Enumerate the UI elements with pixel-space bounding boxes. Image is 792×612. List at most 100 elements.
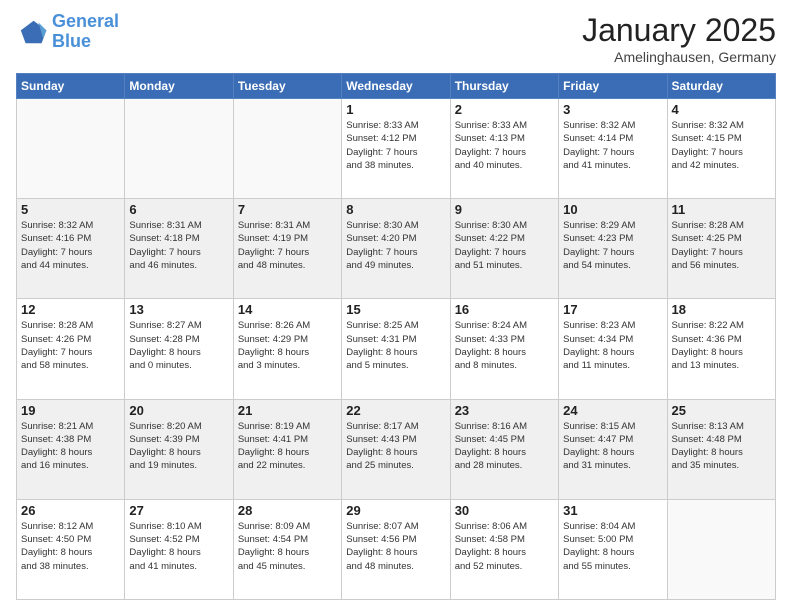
day-info: Sunrise: 8:26 AM Sunset: 4:29 PM Dayligh… — [238, 319, 337, 372]
day-number: 30 — [455, 503, 554, 518]
weekday-header-saturday: Saturday — [667, 74, 775, 99]
day-info: Sunrise: 8:22 AM Sunset: 4:36 PM Dayligh… — [672, 319, 771, 372]
calendar-cell: 18 Sunrise: 8:22 AM Sunset: 4:36 PM Dayli… — [667, 299, 775, 399]
calendar-cell: 24 Sunrise: 8:15 AM Sunset: 4:47 PM Dayli… — [559, 399, 667, 499]
day-info: Sunrise: 8:23 AM Sunset: 4:34 PM Dayligh… — [563, 319, 662, 372]
weekday-header-row: SundayMondayTuesdayWednesdayThursdayFrid… — [17, 74, 776, 99]
calendar-cell: 9 Sunrise: 8:30 AM Sunset: 4:22 PM Daylig… — [450, 199, 558, 299]
day-info: Sunrise: 8:25 AM Sunset: 4:31 PM Dayligh… — [346, 319, 445, 372]
calendar-cell: 26 Sunrise: 8:12 AM Sunset: 4:50 PM Dayli… — [17, 499, 125, 599]
weekday-header-wednesday: Wednesday — [342, 74, 450, 99]
calendar-cell: 21 Sunrise: 8:19 AM Sunset: 4:41 PM Dayli… — [233, 399, 341, 499]
calendar-week-row: 1 Sunrise: 8:33 AM Sunset: 4:12 PM Daylig… — [17, 99, 776, 199]
day-number: 2 — [455, 102, 554, 117]
day-number: 16 — [455, 302, 554, 317]
page: General Blue January 2025 Amelinghausen,… — [0, 0, 792, 612]
day-number: 15 — [346, 302, 445, 317]
day-info: Sunrise: 8:29 AM Sunset: 4:23 PM Dayligh… — [563, 219, 662, 272]
calendar-cell: 22 Sunrise: 8:17 AM Sunset: 4:43 PM Dayli… — [342, 399, 450, 499]
calendar-cell: 12 Sunrise: 8:28 AM Sunset: 4:26 PM Dayli… — [17, 299, 125, 399]
day-info: Sunrise: 8:27 AM Sunset: 4:28 PM Dayligh… — [129, 319, 228, 372]
day-info: Sunrise: 8:24 AM Sunset: 4:33 PM Dayligh… — [455, 319, 554, 372]
calendar-cell: 28Sunrise: 8:09 AM Sunset: 4:54 PM Dayli… — [233, 499, 341, 599]
day-info: Sunrise: 8:13 AM Sunset: 4:48 PM Dayligh… — [672, 420, 771, 473]
weekday-header-thursday: Thursday — [450, 74, 558, 99]
logo-general: General — [52, 11, 119, 31]
calendar-cell: 3Sunrise: 8:32 AM Sunset: 4:14 PM Daylig… — [559, 99, 667, 199]
day-number: 7 — [238, 202, 337, 217]
day-number: 26 — [21, 503, 120, 518]
day-info: Sunrise: 8:07 AM Sunset: 4:56 PM Dayligh… — [346, 520, 445, 573]
calendar-cell: 6Sunrise: 8:31 AM Sunset: 4:18 PM Daylig… — [125, 199, 233, 299]
day-info: Sunrise: 8:20 AM Sunset: 4:39 PM Dayligh… — [129, 420, 228, 473]
day-info: Sunrise: 8:32 AM Sunset: 4:16 PM Dayligh… — [21, 219, 120, 272]
day-info: Sunrise: 8:32 AM Sunset: 4:15 PM Dayligh… — [672, 119, 771, 172]
day-number: 25 — [672, 403, 771, 418]
day-number: 22 — [346, 403, 445, 418]
day-number: 19 — [21, 403, 120, 418]
calendar-cell: 2Sunrise: 8:33 AM Sunset: 4:13 PM Daylig… — [450, 99, 558, 199]
calendar-cell — [667, 499, 775, 599]
calendar-cell: 4 Sunrise: 8:32 AM Sunset: 4:15 PM Daylig… — [667, 99, 775, 199]
day-info: Sunrise: 8:04 AM Sunset: 5:00 PM Dayligh… — [563, 520, 662, 573]
month-title: January 2025 — [582, 12, 776, 49]
day-number: 27 — [129, 503, 228, 518]
header: General Blue January 2025 Amelinghausen,… — [16, 12, 776, 65]
calendar-cell: 13 Sunrise: 8:27 AM Sunset: 4:28 PM Dayli… — [125, 299, 233, 399]
day-number: 24 — [563, 403, 662, 418]
day-info: Sunrise: 8:33 AM Sunset: 4:12 PM Dayligh… — [346, 119, 445, 172]
day-number: 21 — [238, 403, 337, 418]
calendar-cell: 20 Sunrise: 8:20 AM Sunset: 4:39 PM Dayli… — [125, 399, 233, 499]
calendar-cell: 15 Sunrise: 8:25 AM Sunset: 4:31 PM Dayli… — [342, 299, 450, 399]
logo-blue: Blue — [52, 31, 91, 51]
day-info: Sunrise: 8:06 AM Sunset: 4:58 PM Dayligh… — [455, 520, 554, 573]
day-number: 9 — [455, 202, 554, 217]
weekday-header-friday: Friday — [559, 74, 667, 99]
calendar-cell: 29 Sunrise: 8:07 AM Sunset: 4:56 PM Dayli… — [342, 499, 450, 599]
day-info: Sunrise: 8:30 AM Sunset: 4:22 PM Dayligh… — [455, 219, 554, 272]
calendar-cell: 1 Sunrise: 8:33 AM Sunset: 4:12 PM Daylig… — [342, 99, 450, 199]
location: Amelinghausen, Germany — [582, 49, 776, 65]
calendar-cell: 27 Sunrise: 8:10 AM Sunset: 4:52 PM Dayli… — [125, 499, 233, 599]
day-info: Sunrise: 8:28 AM Sunset: 4:25 PM Dayligh… — [672, 219, 771, 272]
calendar-cell: 17Sunrise: 8:23 AM Sunset: 4:34 PM Dayli… — [559, 299, 667, 399]
day-info: Sunrise: 8:10 AM Sunset: 4:52 PM Dayligh… — [129, 520, 228, 573]
logo-text: General Blue — [52, 12, 119, 52]
day-number: 14 — [238, 302, 337, 317]
day-number: 13 — [129, 302, 228, 317]
day-info: Sunrise: 8:31 AM Sunset: 4:19 PM Dayligh… — [238, 219, 337, 272]
day-number: 31 — [563, 503, 662, 518]
day-info: Sunrise: 8:19 AM Sunset: 4:41 PM Dayligh… — [238, 420, 337, 473]
day-info: Sunrise: 8:12 AM Sunset: 4:50 PM Dayligh… — [21, 520, 120, 573]
day-number: 10 — [563, 202, 662, 217]
day-info: Sunrise: 8:17 AM Sunset: 4:43 PM Dayligh… — [346, 420, 445, 473]
day-info: Sunrise: 8:21 AM Sunset: 4:38 PM Dayligh… — [21, 420, 120, 473]
day-number: 12 — [21, 302, 120, 317]
day-number: 8 — [346, 202, 445, 217]
day-number: 11 — [672, 202, 771, 217]
calendar-cell: 30 Sunrise: 8:06 AM Sunset: 4:58 PM Dayli… — [450, 499, 558, 599]
calendar-cell — [233, 99, 341, 199]
calendar-cell: 16 Sunrise: 8:24 AM Sunset: 4:33 PM Dayli… — [450, 299, 558, 399]
logo-icon — [16, 16, 48, 48]
day-number: 4 — [672, 102, 771, 117]
day-number: 1 — [346, 102, 445, 117]
day-number: 28 — [238, 503, 337, 518]
calendar-cell: 14 Sunrise: 8:26 AM Sunset: 4:29 PM Dayli… — [233, 299, 341, 399]
calendar-cell: 11 Sunrise: 8:28 AM Sunset: 4:25 PM Dayli… — [667, 199, 775, 299]
weekday-header-sunday: Sunday — [17, 74, 125, 99]
day-number: 3 — [563, 102, 662, 117]
day-number: 6 — [129, 202, 228, 217]
calendar-cell: 19 Sunrise: 8:21 AM Sunset: 4:38 PM Dayli… — [17, 399, 125, 499]
logo: General Blue — [16, 12, 119, 52]
calendar-week-row: 26 Sunrise: 8:12 AM Sunset: 4:50 PM Dayli… — [17, 499, 776, 599]
day-info: Sunrise: 8:28 AM Sunset: 4:26 PM Dayligh… — [21, 319, 120, 372]
calendar-week-row: 19 Sunrise: 8:21 AM Sunset: 4:38 PM Dayli… — [17, 399, 776, 499]
day-number: 18 — [672, 302, 771, 317]
day-number: 20 — [129, 403, 228, 418]
day-info: Sunrise: 8:15 AM Sunset: 4:47 PM Dayligh… — [563, 420, 662, 473]
title-block: January 2025 Amelinghausen, Germany — [582, 12, 776, 65]
calendar-cell: 31 Sunrise: 8:04 AM Sunset: 5:00 PM Dayli… — [559, 499, 667, 599]
calendar-cell — [17, 99, 125, 199]
day-number: 29 — [346, 503, 445, 518]
